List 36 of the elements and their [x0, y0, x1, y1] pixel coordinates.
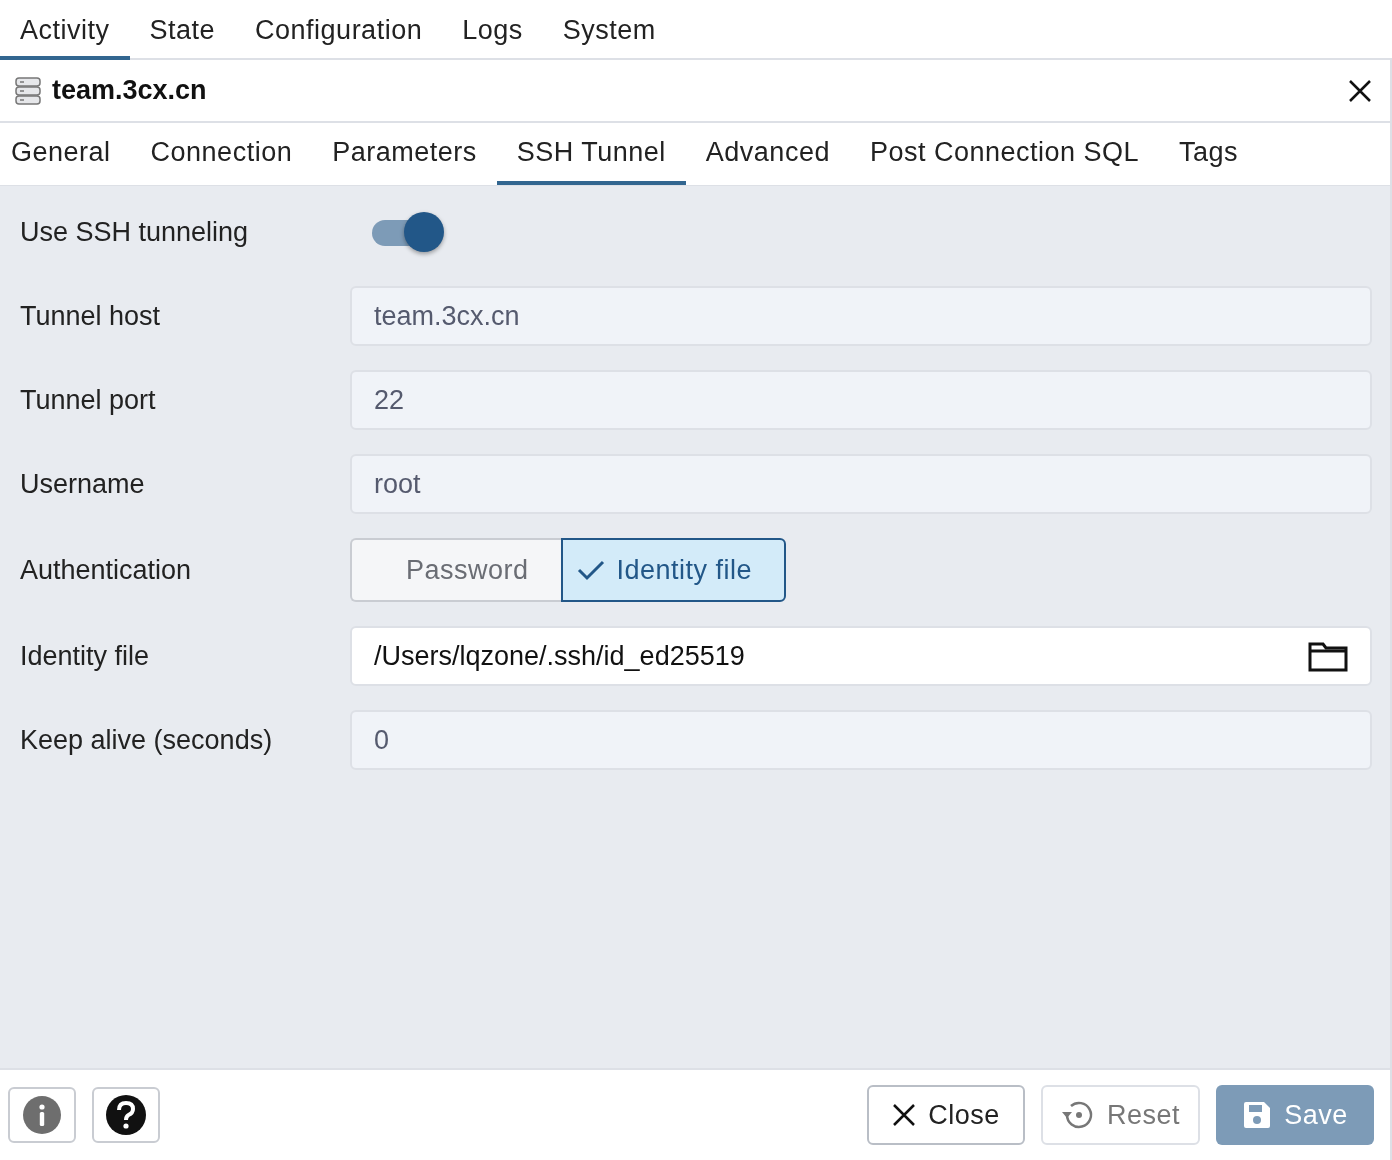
check-icon: [576, 559, 605, 581]
field-label: Username: [20, 468, 146, 500]
main-tab[interactable]: Activity: [0, 0, 130, 60]
field-label: Tunnel host: [20, 300, 162, 332]
folder-icon[interactable]: [1308, 640, 1348, 672]
field-label: Identity file: [20, 640, 151, 672]
server-icon: [14, 76, 42, 105]
main-tab[interactable]: Configuration: [235, 0, 443, 60]
toggle-switch[interactable]: [372, 212, 444, 252]
dialog-tab[interactable]: Parameters: [312, 123, 497, 185]
field-label: Tunnel port: [20, 384, 157, 416]
dialog-tab[interactable]: Advanced: [685, 123, 850, 185]
close-icon: [1348, 78, 1372, 103]
auth-option[interactable]: Identity file: [560, 538, 787, 602]
reset-icon: [1060, 1099, 1095, 1131]
main-tab[interactable]: State: [129, 0, 236, 60]
main-tab[interactable]: Logs: [442, 0, 543, 60]
dialog-tab[interactable]: Post Connection SQL: [849, 123, 1160, 185]
help-icon: [105, 1094, 147, 1136]
dialog-tab[interactable]: Connection: [130, 123, 313, 185]
save-icon: [1242, 1100, 1273, 1130]
dialog-title: team.3cx.cn: [52, 75, 208, 106]
close-button[interactable]: Close: [866, 1085, 1025, 1145]
field-label: Authentication: [20, 554, 193, 586]
dialog-tab[interactable]: Tags: [1159, 123, 1259, 185]
file-path: /Users/lqzone/.ssh/id_ed25519: [374, 640, 746, 672]
field-label: Keep alive (seconds): [20, 724, 274, 756]
main-tab[interactable]: System: [542, 0, 676, 60]
info-button[interactable]: [8, 1087, 76, 1143]
dialog-tab[interactable]: General: [0, 123, 131, 185]
field-label: Use SSH tunneling: [20, 216, 250, 248]
close-icon: [892, 1103, 917, 1127]
input-field[interactable]: /Users/lqzone/.ssh/id_ed25519: [350, 626, 1372, 686]
auth-option[interactable]: Password: [350, 538, 561, 602]
info-icon: [22, 1095, 62, 1135]
help-button[interactable]: [92, 1087, 160, 1143]
